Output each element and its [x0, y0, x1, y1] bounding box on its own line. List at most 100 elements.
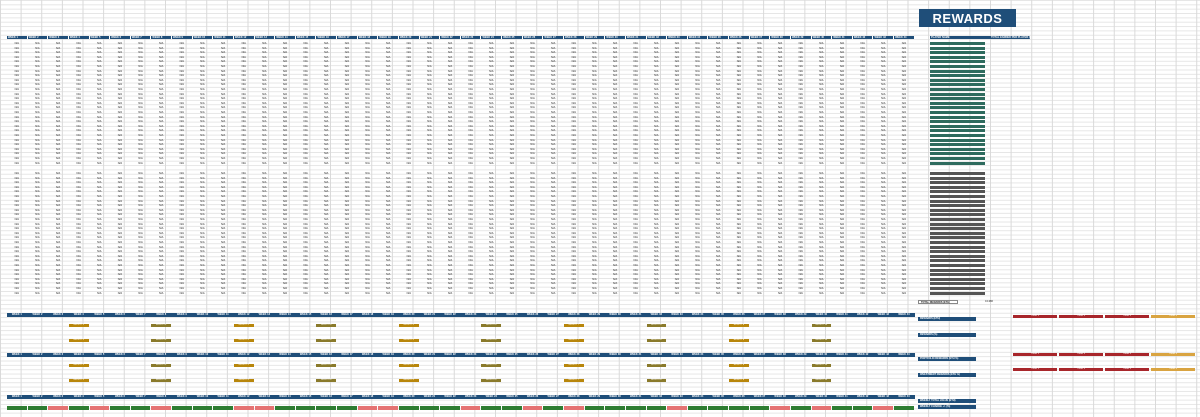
- reward-cell[interactable]: N/A: [378, 74, 398, 77]
- week-header-cell[interactable]: WEEK 27: [543, 36, 563, 39]
- reward-cell[interactable]: N/A: [729, 97, 749, 100]
- reward-cell[interactable]: N/A: [48, 60, 68, 63]
- reward-cell[interactable]: N/A: [688, 218, 708, 221]
- reward-cell[interactable]: N/A: [564, 116, 584, 119]
- block-value-cell[interactable]: [48, 400, 68, 404]
- reward-cell[interactable]: N/A: [151, 106, 171, 109]
- reward-cell[interactable]: N/A: [296, 227, 316, 230]
- reward-cell[interactable]: N/A: [502, 273, 522, 276]
- reward-cell[interactable]: N/A: [399, 97, 419, 100]
- reward-cell[interactable]: N/A: [543, 125, 563, 128]
- reward-cell[interactable]: N/A: [255, 241, 275, 244]
- reward-cell[interactable]: N/A: [28, 42, 48, 45]
- reward-cell[interactable]: N/A: [234, 148, 254, 151]
- reward-cell[interactable]: N/A: [131, 111, 151, 114]
- reward-cell[interactable]: N/A: [523, 129, 543, 132]
- reward-cell[interactable]: N/A: [461, 143, 481, 146]
- reward-cell[interactable]: N/A: [48, 116, 68, 119]
- reward-cell[interactable]: N/A: [7, 152, 27, 155]
- reward-cell[interactable]: N/A: [708, 250, 728, 253]
- reward-cell[interactable]: N/A: [296, 97, 316, 100]
- reward-cell[interactable]: N/A: [193, 148, 213, 151]
- reward-cell[interactable]: N/A: [234, 264, 254, 267]
- reward-cell[interactable]: N/A: [337, 143, 357, 146]
- reward-cell[interactable]: N/A: [667, 282, 687, 285]
- reward-cell[interactable]: N/A: [172, 143, 192, 146]
- reward-cell[interactable]: N/A: [296, 278, 316, 281]
- reward-cell[interactable]: N/A: [481, 83, 501, 86]
- reward-cell[interactable]: N/A: [131, 88, 151, 91]
- block-value-cell[interactable]: [750, 358, 770, 362]
- reward-cell[interactable]: N/A: [440, 213, 460, 216]
- reward-cell[interactable]: N/A: [440, 47, 460, 50]
- reward-cell[interactable]: N/A: [461, 213, 481, 216]
- reward-cell[interactable]: N/A: [275, 181, 295, 184]
- reward-cell[interactable]: N/A: [647, 259, 667, 262]
- reward-cell[interactable]: N/A: [7, 190, 27, 193]
- reward-cell[interactable]: N/A: [7, 74, 27, 77]
- reward-cell[interactable]: N/A: [420, 287, 440, 290]
- reward-cell[interactable]: N/A: [131, 83, 151, 86]
- reward-cell[interactable]: N/A: [770, 116, 790, 119]
- player-name-cell[interactable]: [930, 222, 985, 226]
- reward-cell[interactable]: N/A: [28, 56, 48, 59]
- reward-cell[interactable]: N/A: [461, 79, 481, 82]
- reward-cell[interactable]: N/A: [234, 195, 254, 198]
- reward-cell[interactable]: N/A: [791, 259, 811, 262]
- reward-cell[interactable]: N/A: [28, 106, 48, 109]
- reward-cell[interactable]: N/A: [255, 111, 275, 114]
- reward-cell[interactable]: N/A: [420, 177, 440, 180]
- reward-cell[interactable]: N/A: [812, 278, 832, 281]
- reward-cell[interactable]: N/A: [873, 218, 893, 221]
- reward-cell[interactable]: N/A: [337, 186, 357, 189]
- block-value-cell[interactable]: [667, 400, 687, 404]
- reward-cell[interactable]: N/A: [255, 125, 275, 128]
- reward-cell[interactable]: N/A: [399, 223, 419, 226]
- reward-cell[interactable]: N/A: [688, 152, 708, 155]
- reward-cell[interactable]: N/A: [812, 218, 832, 221]
- block-value-cell[interactable]: [812, 318, 832, 322]
- reward-cell[interactable]: N/A: [708, 241, 728, 244]
- reward-cell[interactable]: N/A: [316, 209, 336, 212]
- block-value-cell[interactable]: [461, 333, 481, 337]
- reward-cell[interactable]: N/A: [729, 129, 749, 132]
- reward-cell[interactable]: N/A: [647, 148, 667, 151]
- reward-cell[interactable]: N/A: [461, 93, 481, 96]
- reward-cell[interactable]: N/A: [399, 250, 419, 253]
- reward-cell[interactable]: N/A: [378, 56, 398, 59]
- reward-cell[interactable]: N/A: [69, 51, 89, 54]
- week-header-cell[interactable]: WEEK 13: [254, 36, 275, 39]
- reward-cell[interactable]: N/A: [688, 157, 708, 160]
- reward-cell[interactable]: N/A: [90, 111, 110, 114]
- reward-cell[interactable]: N/A: [213, 273, 233, 276]
- reward-cell[interactable]: N/A: [399, 148, 419, 151]
- reward-cell[interactable]: N/A: [151, 102, 171, 105]
- reward-cell[interactable]: N/A: [481, 250, 501, 253]
- reward-cell[interactable]: N/A: [626, 79, 646, 82]
- reward-cell[interactable]: N/A: [275, 93, 295, 96]
- reward-cell[interactable]: N/A: [543, 172, 563, 175]
- reward-cell[interactable]: N/A: [172, 186, 192, 189]
- reward-cell[interactable]: N/A: [585, 139, 605, 142]
- reward-cell[interactable]: N/A: [461, 250, 481, 253]
- reward-cell[interactable]: N/A: [399, 232, 419, 235]
- block-value-cell[interactable]: [647, 318, 667, 322]
- reward-cell[interactable]: N/A: [708, 264, 728, 267]
- reward-cell[interactable]: N/A: [894, 218, 914, 221]
- reward-cell[interactable]: N/A: [688, 134, 708, 137]
- reward-cell[interactable]: N/A: [750, 227, 770, 230]
- reward-cell[interactable]: N/A: [172, 60, 192, 63]
- reward-cell[interactable]: N/A: [564, 42, 584, 45]
- reward-cell[interactable]: N/A: [585, 116, 605, 119]
- reward-cell[interactable]: N/A: [48, 287, 68, 290]
- reward-cell[interactable]: N/A: [378, 181, 398, 184]
- reward-cell[interactable]: N/A: [461, 278, 481, 281]
- reward-cell[interactable]: N/A: [316, 246, 336, 249]
- reward-cell[interactable]: N/A: [853, 143, 873, 146]
- reward-cell[interactable]: N/A: [193, 292, 213, 295]
- reward-cell[interactable]: N/A: [461, 172, 481, 175]
- reward-cell[interactable]: N/A: [7, 42, 27, 45]
- reward-cell[interactable]: N/A: [193, 250, 213, 253]
- reward-cell[interactable]: N/A: [481, 227, 501, 230]
- reward-cell[interactable]: N/A: [337, 139, 357, 142]
